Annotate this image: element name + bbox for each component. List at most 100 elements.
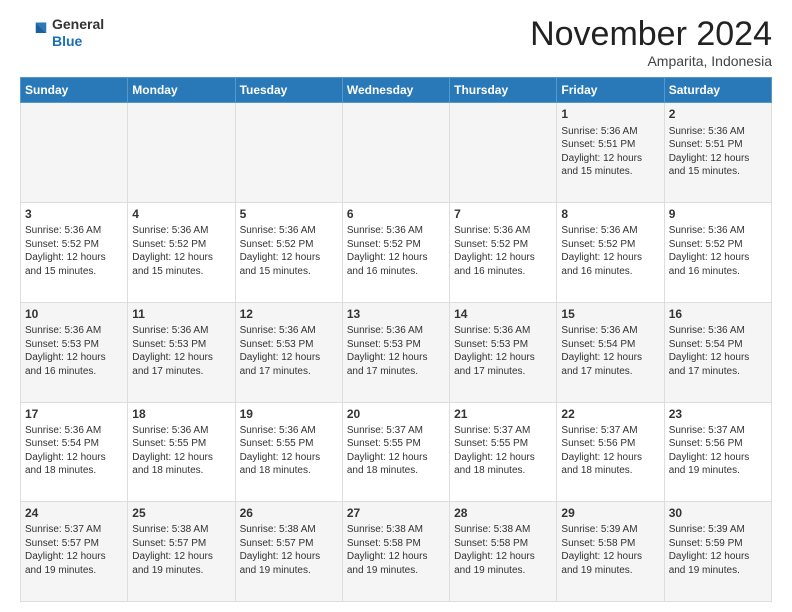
day-info: Sunset: 5:53 PM (132, 338, 230, 352)
day-info: Sunrise: 5:38 AM (347, 523, 445, 537)
day-info: Sunset: 5:55 PM (347, 437, 445, 451)
day-info: Sunrise: 5:36 AM (132, 324, 230, 338)
day-info: Daylight: 12 hours and 19 minutes. (561, 550, 659, 577)
month-title: November 2024 (530, 16, 772, 53)
day-info: Sunset: 5:58 PM (561, 537, 659, 551)
logo-text: General Blue (52, 16, 104, 50)
week-row-5: 24Sunrise: 5:37 AMSunset: 5:57 PMDayligh… (21, 502, 772, 602)
day-info: Sunrise: 5:36 AM (347, 224, 445, 238)
calendar-cell: 2 Sunrise: 5:36 AMSunset: 5:51 PMDaylight… (664, 103, 771, 203)
calendar-cell: 19Sunrise: 5:36 AMSunset: 5:55 PMDayligh… (235, 402, 342, 502)
calendar-cell: 1Sunrise: 5:36 AMSunset: 5:51 PMDaylight… (557, 103, 664, 203)
day-info: Sunrise: 5:36 AM (561, 224, 659, 238)
day-info: Sunset: 5:52 PM (347, 238, 445, 252)
logo-general: General (52, 16, 104, 32)
day-info: Sunset: 5:54 PM (25, 437, 123, 451)
day-info: Sunset: 5:56 PM (561, 437, 659, 451)
day-info: Daylight: 12 hours and 18 minutes. (454, 451, 552, 478)
day-info: Sunset: 5:52 PM (561, 238, 659, 252)
calendar-cell: 23Sunrise: 5:37 AMSunset: 5:56 PMDayligh… (664, 402, 771, 502)
calendar-cell: 17Sunrise: 5:36 AMSunset: 5:54 PMDayligh… (21, 402, 128, 502)
day-number: 16 (669, 306, 767, 322)
weekday-header-friday: Friday (557, 78, 664, 103)
weekday-header-monday: Monday (128, 78, 235, 103)
calendar-cell: 11 Sunrise: 5:36 AMSunset: 5:53 PMDayligh… (128, 302, 235, 402)
calendar-header: SundayMondayTuesdayWednesdayThursdayFrid… (21, 78, 772, 103)
day-info: Sunset: 5:51 PM (561, 138, 659, 152)
day-info: Sunrise: 5:38 AM (240, 523, 338, 537)
day-number: 24 (25, 505, 123, 521)
calendar-cell: 24Sunrise: 5:37 AMSunset: 5:57 PMDayligh… (21, 502, 128, 602)
week-row-1: 1Sunrise: 5:36 AMSunset: 5:51 PMDaylight… (21, 103, 772, 203)
weekday-header-row: SundayMondayTuesdayWednesdayThursdayFrid… (21, 78, 772, 103)
day-info: Daylight: 12 hours and 19 minutes. (132, 550, 230, 577)
day-info: Sunset: 5:52 PM (454, 238, 552, 252)
day-info: Daylight: 12 hours and 17 minutes. (240, 351, 338, 378)
day-info: Sunset: 5:57 PM (240, 537, 338, 551)
day-info: Sunrise: 5:36 AM (669, 224, 767, 238)
day-number: 12 (240, 306, 338, 322)
day-number: 8 (561, 206, 659, 222)
header: General Blue November 2024 Amparita, Ind… (20, 16, 772, 69)
day-number: 7 (454, 206, 552, 222)
calendar-cell: 8 Sunrise: 5:36 AMSunset: 5:52 PMDaylight… (557, 203, 664, 303)
calendar-body: 1Sunrise: 5:36 AMSunset: 5:51 PMDaylight… (21, 103, 772, 602)
day-info: Sunrise: 5:36 AM (561, 324, 659, 338)
day-number: 30 (669, 505, 767, 521)
week-row-4: 17 Sunrise: 5:36 AM Sunset: 5:54 PM Dayligh… (21, 402, 772, 502)
day-info: Sunrise: 5:37 AM (454, 424, 552, 438)
day-info: Daylight: 12 hours and 15 minutes. (669, 152, 767, 179)
location: Amparita, Indonesia (530, 53, 772, 69)
weekday-header-thursday: Thursday (450, 78, 557, 103)
day-info: Sunset: 5:55 PM (454, 437, 552, 451)
day-info: Sunset: 5:54 PM (669, 338, 767, 352)
day-info: Sunrise: 5:36 AM (454, 224, 552, 238)
day-info: Sunset: 5:53 PM (454, 338, 552, 352)
calendar-cell (342, 103, 449, 203)
day-info: Daylight: 12 hours and 17 minutes. (669, 351, 767, 378)
weekday-header-wednesday: Wednesday (342, 78, 449, 103)
day-number: 11 (132, 306, 230, 322)
day-info: Daylight: 12 hours and 15 minutes. (240, 251, 338, 278)
day-info: Sunset: 5:51 PM (669, 138, 767, 152)
title-section: November 2024 Amparita, Indonesia (530, 16, 772, 69)
page: General Blue November 2024 Amparita, Ind… (0, 0, 792, 612)
day-number: 21 (454, 406, 552, 422)
calendar-table: SundayMondayTuesdayWednesdayThursdayFrid… (20, 77, 772, 602)
logo-blue: Blue (52, 33, 82, 49)
day-info: Daylight: 12 hours and 19 minutes. (25, 550, 123, 577)
day-number: 2 (669, 106, 767, 122)
day-number: 10 (25, 306, 123, 322)
calendar-cell: 5Sunrise: 5:36 AMSunset: 5:52 PMDaylight… (235, 203, 342, 303)
day-info: Daylight: 12 hours and 16 minutes. (347, 251, 445, 278)
week-row-2: 3Sunrise: 5:36 AMSunset: 5:52 PMDaylight… (21, 203, 772, 303)
day-info: Sunrise: 5:37 AM (669, 424, 767, 438)
logo-icon (20, 19, 48, 47)
day-number: 18 (132, 406, 230, 422)
day-number: 15 (561, 306, 659, 322)
day-info: Daylight: 12 hours and 15 minutes. (132, 251, 230, 278)
day-number: 29 (561, 505, 659, 521)
day-info: Sunset: 5:55 PM (240, 437, 338, 451)
calendar-cell: 7 Sunrise: 5:36 AMSunset: 5:52 PMDaylight… (450, 203, 557, 303)
calendar-cell: 18Sunrise: 5:36 AMSunset: 5:55 PMDayligh… (128, 402, 235, 502)
day-info: Sunrise: 5:36 AM (132, 424, 230, 438)
day-number: 17 (25, 406, 123, 422)
day-number: 25 (132, 505, 230, 521)
day-info: Sunrise: 5:36 AM (669, 125, 767, 139)
day-info: Sunrise: 5:36 AM (25, 224, 123, 238)
calendar-cell (21, 103, 128, 203)
calendar-cell (450, 103, 557, 203)
day-info: Sunset: 5:52 PM (132, 238, 230, 252)
calendar-cell: 22Sunrise: 5:37 AMSunset: 5:56 PMDayligh… (557, 402, 664, 502)
day-info: Sunrise: 5:36 AM (669, 324, 767, 338)
calendar-cell: 29Sunrise: 5:39 AMSunset: 5:58 PMDayligh… (557, 502, 664, 602)
day-info: Daylight: 12 hours and 18 minutes. (561, 451, 659, 478)
day-number: 4 (132, 206, 230, 222)
weekday-header-sunday: Sunday (21, 78, 128, 103)
day-info: Daylight: 12 hours and 17 minutes. (132, 351, 230, 378)
day-info: Daylight: 12 hours and 16 minutes. (454, 251, 552, 278)
day-info: Daylight: 12 hours and 16 minutes. (561, 251, 659, 278)
day-number: 5 (240, 206, 338, 222)
day-number: 1 (561, 106, 659, 122)
